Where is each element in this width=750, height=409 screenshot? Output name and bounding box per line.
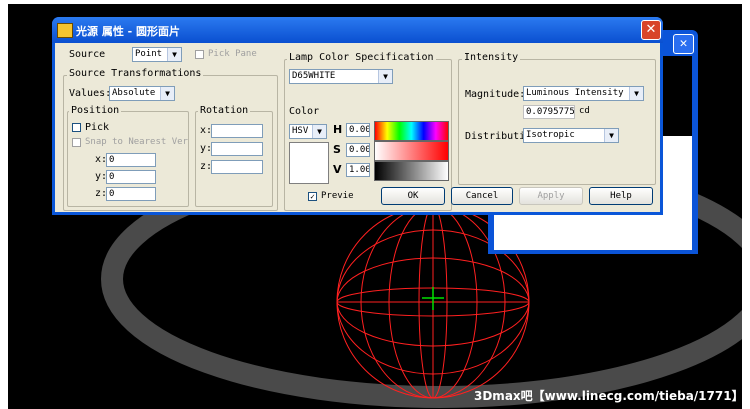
pos-x-field[interactable]: 0: [106, 153, 156, 167]
help-button[interactable]: Help: [589, 187, 653, 205]
pos-y-field[interactable]: 0: [106, 170, 156, 184]
color-mode-value: HSV: [292, 126, 309, 136]
cancel-button[interactable]: Cancel: [451, 187, 513, 205]
pick-pane-label: Pick Pane: [208, 49, 257, 59]
chevron-down-icon: ▼: [312, 125, 326, 138]
intensity-title: Intensity: [462, 52, 521, 63]
app-icon: [57, 23, 73, 38]
saturation-slider[interactable]: [374, 141, 449, 161]
pick-label: Pick: [85, 122, 110, 133]
light-properties-dialog: 光源 属性 - 圆形面片 ✕ Source Point ▼ Pick Pane …: [52, 17, 663, 215]
intensity-group: [458, 59, 656, 185]
apply-button[interactable]: Apply: [519, 187, 583, 205]
rot-z-field[interactable]: [211, 160, 263, 174]
pick-checkbox[interactable]: [72, 123, 81, 132]
pick-pane-checkbox[interactable]: [195, 50, 204, 59]
color-label: Color: [289, 106, 320, 117]
snap-checkbox[interactable]: [72, 138, 81, 147]
dialog-body: Source Point ▼ Pick Pane Source Transfor…: [55, 43, 660, 212]
magnitude-value-field[interactable]: 0.0795775: [523, 105, 575, 119]
color-mode-select[interactable]: HSV ▼: [289, 124, 327, 139]
close-button[interactable]: ✕: [641, 20, 661, 40]
values-select[interactable]: Absolute ▼: [109, 86, 175, 101]
watermark: 3Dmax吧【www.linecg.com/tieba/1771】: [474, 389, 742, 403]
magnitude-unit: cd: [579, 106, 590, 116]
dialog-titlebar[interactable]: 光源 属性 - 圆形面片 ✕: [52, 17, 663, 43]
source-select-value: Point: [135, 49, 163, 59]
s-field[interactable]: 0.00: [346, 143, 370, 157]
color-swatch[interactable]: [289, 142, 329, 184]
h-field[interactable]: 0.00: [346, 123, 370, 137]
position-title: Position: [69, 105, 122, 116]
chevron-down-icon: ▼: [167, 48, 181, 61]
chevron-down-icon: ▼: [629, 87, 643, 100]
chevron-down-icon: ▼: [378, 70, 392, 83]
rot-y-field[interactable]: [211, 142, 263, 156]
chevron-down-icon: ▼: [160, 87, 174, 100]
ok-button[interactable]: OK: [381, 187, 445, 205]
magnitude-label: Magnitude:: [465, 89, 526, 100]
source-select[interactable]: Point ▼: [132, 47, 182, 62]
dialog-title: 光源 属性 - 圆形面片: [76, 25, 181, 38]
lamp-preset-select[interactable]: D65WHITE ▼: [289, 69, 393, 84]
pos-z-field[interactable]: 0: [106, 187, 156, 201]
preview-checkbox[interactable]: ✓: [308, 192, 317, 201]
lamp-preset-value: D65WHITE: [292, 71, 336, 81]
v-label: V: [333, 163, 342, 176]
distribution-value: Isotropic: [526, 130, 575, 140]
distribution-label: Distributi: [465, 131, 526, 142]
bg-close-button[interactable]: ✕: [673, 34, 694, 54]
value-slider[interactable]: [374, 161, 449, 181]
chevron-down-icon: ▼: [604, 129, 618, 142]
light-marker: [422, 287, 444, 310]
hue-slider[interactable]: [374, 121, 449, 141]
values-select-value: Absolute: [112, 88, 156, 98]
lamp-color-title: Lamp Color Specification: [287, 52, 436, 63]
rot-x-field[interactable]: [211, 124, 263, 138]
magnitude-type-select[interactable]: Luminous Intensity ▼: [523, 86, 644, 101]
magnitude-type-value: Luminous Intensity: [526, 88, 624, 98]
preview-label: Previe: [321, 191, 354, 201]
values-label: Values:: [69, 88, 112, 99]
source-label: Source: [69, 49, 106, 60]
source-transformations-title: Source Transformations: [67, 68, 204, 79]
s-label: S: [333, 143, 341, 156]
distribution-select[interactable]: Isotropic ▼: [523, 128, 619, 143]
h-label: H: [333, 123, 343, 136]
snap-label: Snap to Nearest Ver: [85, 137, 188, 147]
v-field[interactable]: 1.00: [346, 163, 370, 177]
rotation-title: Rotation: [198, 105, 251, 116]
